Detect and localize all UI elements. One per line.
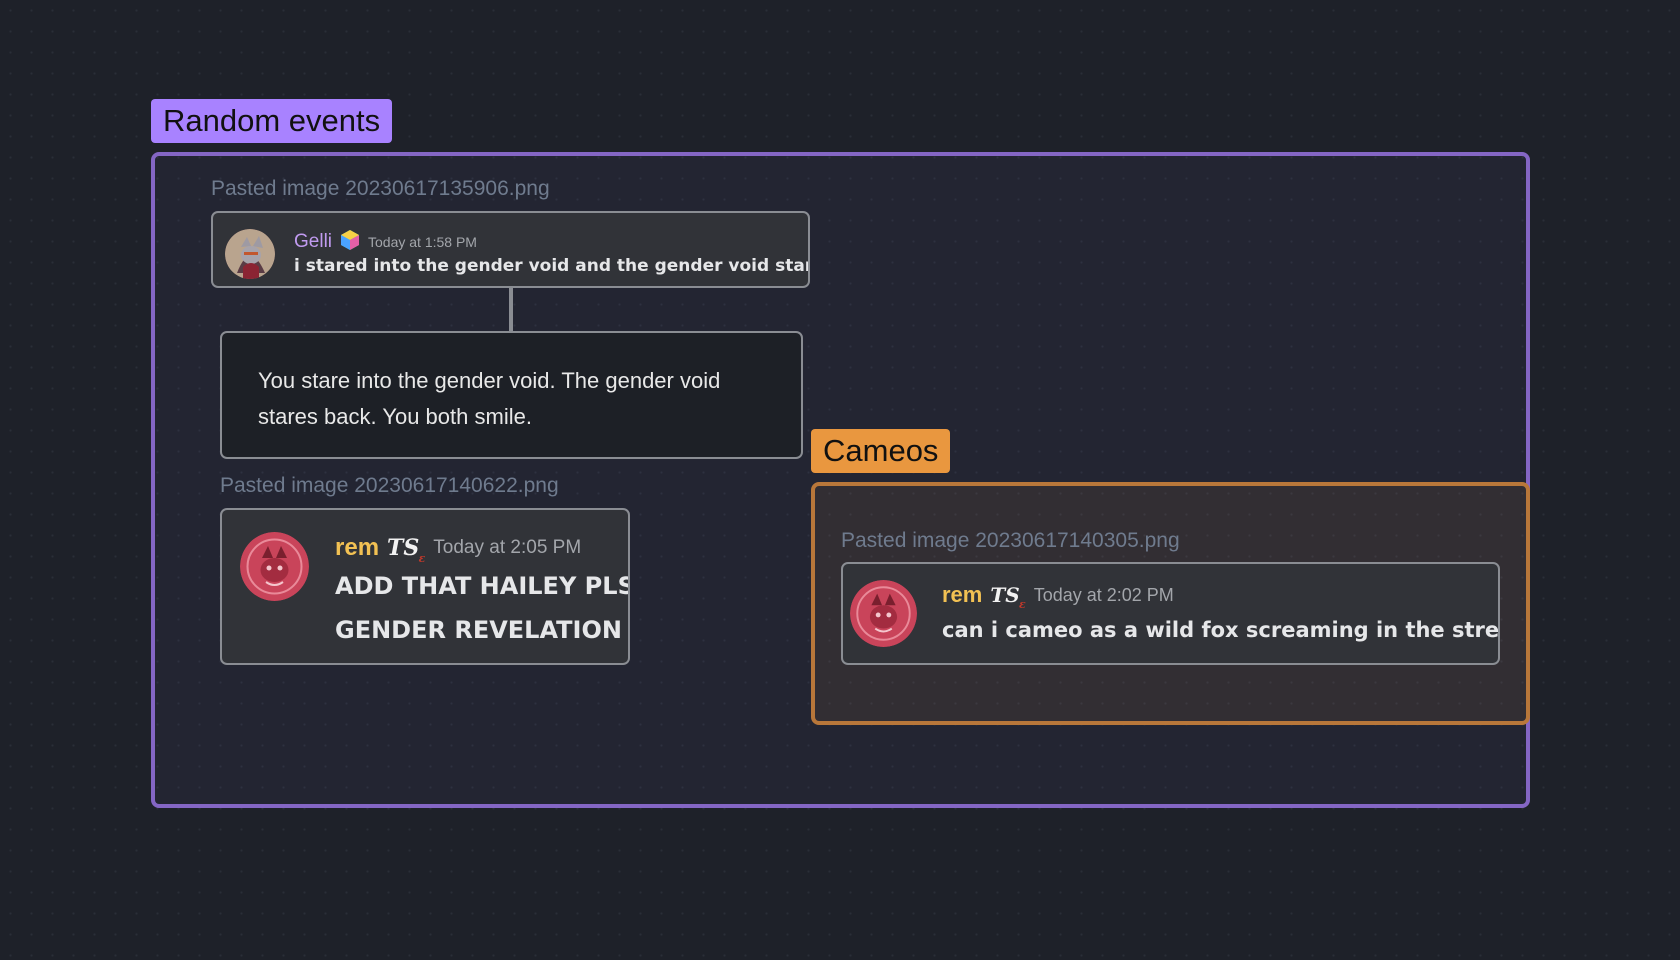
avatar: [225, 229, 275, 279]
username: rem: [942, 582, 983, 607]
message-text: can i cameo as a wild fox screaming in t…: [942, 618, 1500, 642]
message-header: rem TS ɛ Today at 2:02 PM: [942, 582, 1174, 611]
image-node-filename: Pasted image 20230617140622.png: [220, 474, 559, 497]
avatar: [850, 580, 917, 647]
timestamp: Today at 1:58 PM: [368, 234, 477, 250]
username: rem: [335, 534, 380, 561]
image-node-filename: Pasted image 20230617140305.png: [841, 529, 1180, 552]
avatar: [240, 532, 309, 601]
username: Gelli: [294, 231, 333, 252]
message-header: rem TS ɛ Today at 2:05 PM: [335, 534, 582, 565]
message-text: i stared into the gender void and the ge…: [294, 256, 808, 276]
text-node[interactable]: You stare into the gender void. The gend…: [220, 331, 803, 459]
image-node-gelli[interactable]: Gelli Today at 1:58 PM i stared into the…: [211, 211, 810, 288]
message-header: Gelli Today at 1:58 PM: [294, 229, 477, 255]
ts-badge-icon: TS ɛ: [990, 583, 1026, 611]
timestamp: Today at 2:02 PM: [1033, 584, 1174, 605]
group-label-cameos[interactable]: Cameos: [811, 429, 951, 473]
text-node-content: You stare into the gender void. The gend…: [258, 368, 721, 429]
image-node-rem-1[interactable]: rem TS ɛ Today at 2:05 PM ADD THAT HAILEY…: [220, 508, 630, 665]
image-node-filename: Pasted image 20230617135906.png: [211, 177, 550, 200]
message-text-line-1: ADD THAT HAILEY PLS: [335, 572, 630, 600]
ts-badge-icon: TS ɛ: [387, 535, 426, 565]
timestamp: Today at 2:05 PM: [433, 537, 582, 558]
image-node-rem-2[interactable]: rem TS ɛ Today at 2:02 PM can i cameo as …: [841, 562, 1500, 665]
edge-connector[interactable]: [509, 288, 513, 332]
group-label-random-events[interactable]: Random events: [151, 99, 393, 143]
role-icon: [339, 229, 361, 255]
message-text-line-2: GENDER REVELATION: [335, 616, 622, 644]
